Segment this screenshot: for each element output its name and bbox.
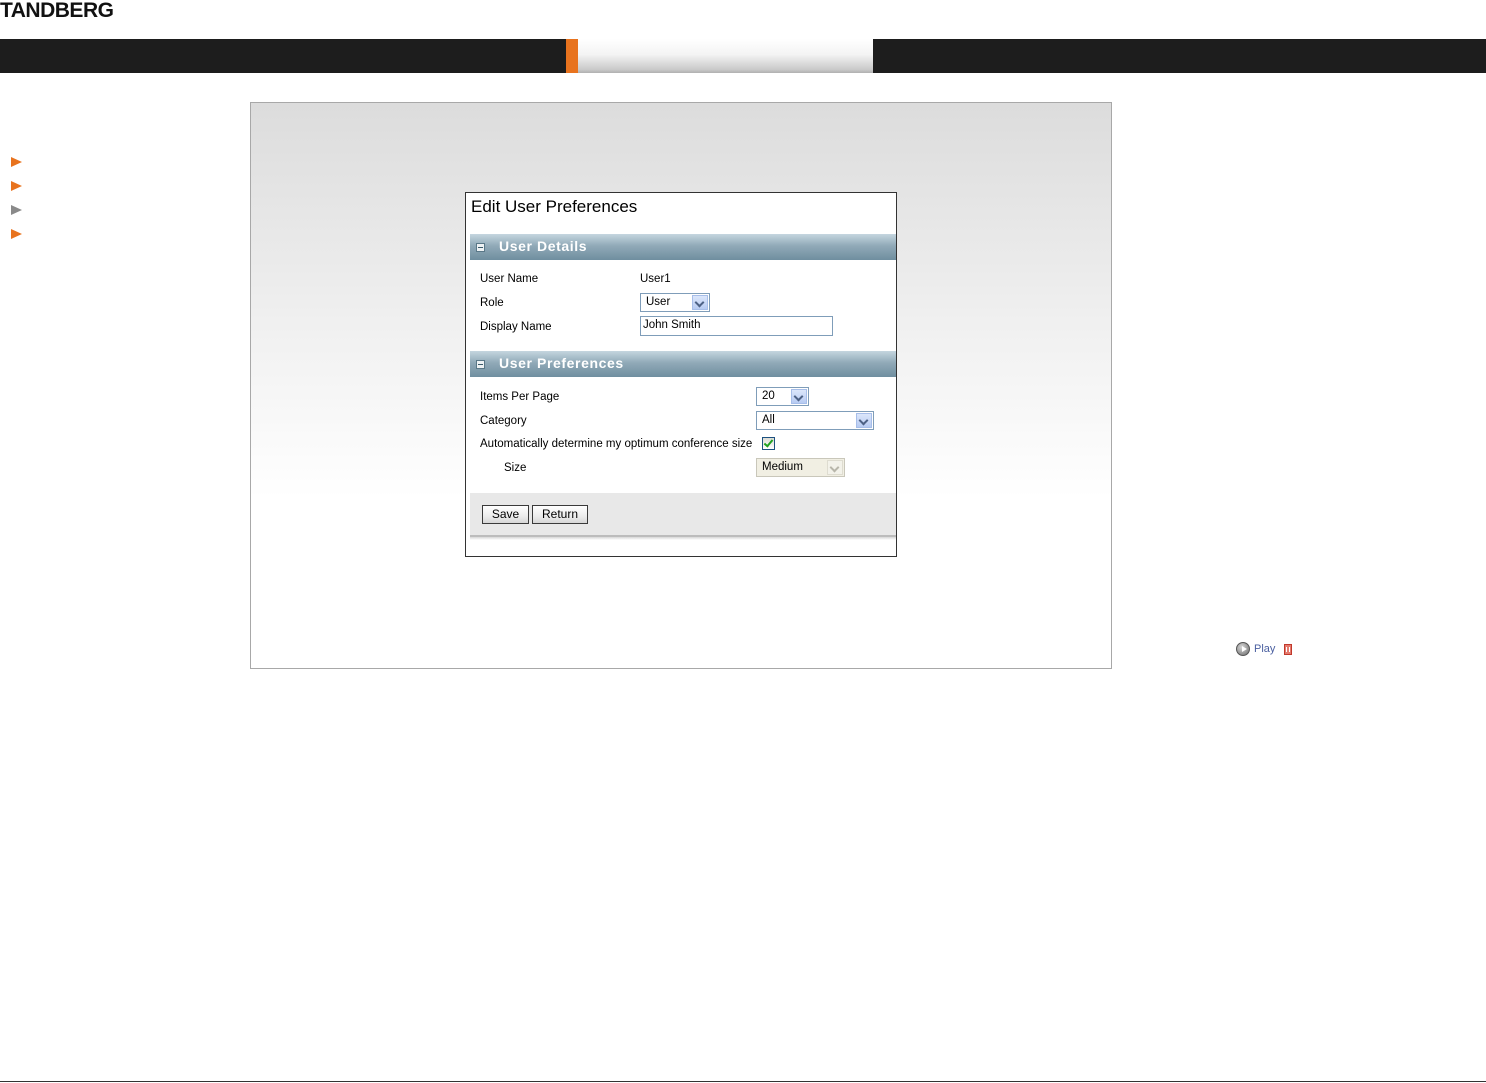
top-navigation-bar	[0, 39, 1486, 73]
user-name-value: User1	[640, 273, 671, 285]
sidebar-arrow-icon[interactable]	[11, 181, 22, 191]
collapse-icon[interactable]	[476, 243, 485, 252]
return-button[interactable]: Return	[532, 505, 588, 524]
user-preferences-section-header[interactable]: User Preferences	[470, 351, 896, 377]
role-label: Role	[480, 297, 504, 309]
dialog-title: Edit User Preferences	[471, 197, 638, 216]
auto-size-checkbox[interactable]	[762, 437, 775, 450]
sidebar-arrow-icon[interactable]	[11, 157, 22, 167]
role-selected-value: User	[646, 296, 671, 308]
category-select[interactable]: All	[756, 411, 874, 430]
active-tab-accent	[566, 39, 578, 73]
user-details-section-header[interactable]: User Details	[470, 234, 896, 260]
pause-icon[interactable]	[1284, 644, 1292, 655]
size-select[interactable]: Medium	[756, 458, 845, 477]
size-value: Medium	[762, 461, 803, 473]
size-label: Size	[504, 462, 527, 474]
auto-size-label: Automatically determine my optimum confe…	[480, 438, 753, 450]
section-heading: User Preferences	[499, 355, 624, 371]
section-heading: User Details	[499, 238, 588, 254]
chevron-down-icon[interactable]	[692, 295, 708, 310]
active-tab[interactable]	[578, 39, 873, 73]
items-per-page-select[interactable]: 20	[756, 387, 809, 406]
display-name-label: Display Name	[480, 321, 552, 333]
edit-user-preferences-dialog: Edit User Preferences User Details User …	[465, 192, 897, 557]
items-per-page-label: Items Per Page	[480, 391, 560, 403]
sidebar-arrow-icon[interactable]	[11, 229, 22, 239]
role-select[interactable]: User	[640, 293, 710, 312]
chevron-down-icon	[827, 460, 843, 475]
chevron-down-icon[interactable]	[856, 413, 872, 428]
sidebar-arrow-icon[interactable]	[11, 205, 22, 215]
items-per-page-value: 20	[762, 390, 775, 402]
bottom-divider	[0, 1081, 1486, 1082]
dialog-button-bar: Save Return	[470, 493, 896, 540]
collapse-icon[interactable]	[476, 360, 485, 369]
screenshot-frame: Edit User Preferences User Details User …	[250, 102, 1112, 669]
play-icon[interactable]	[1236, 642, 1250, 656]
category-label: Category	[480, 415, 527, 427]
display-name-value: John Smith	[643, 319, 701, 331]
display-name-input[interactable]: John Smith	[640, 316, 833, 336]
category-value: All	[762, 414, 775, 426]
user-name-label: User Name	[480, 273, 539, 285]
play-button[interactable]: Play	[1254, 643, 1275, 655]
save-button[interactable]: Save	[482, 505, 529, 524]
chevron-down-icon[interactable]	[791, 389, 807, 404]
tandberg-logo: TANDBERG	[0, 0, 114, 22]
